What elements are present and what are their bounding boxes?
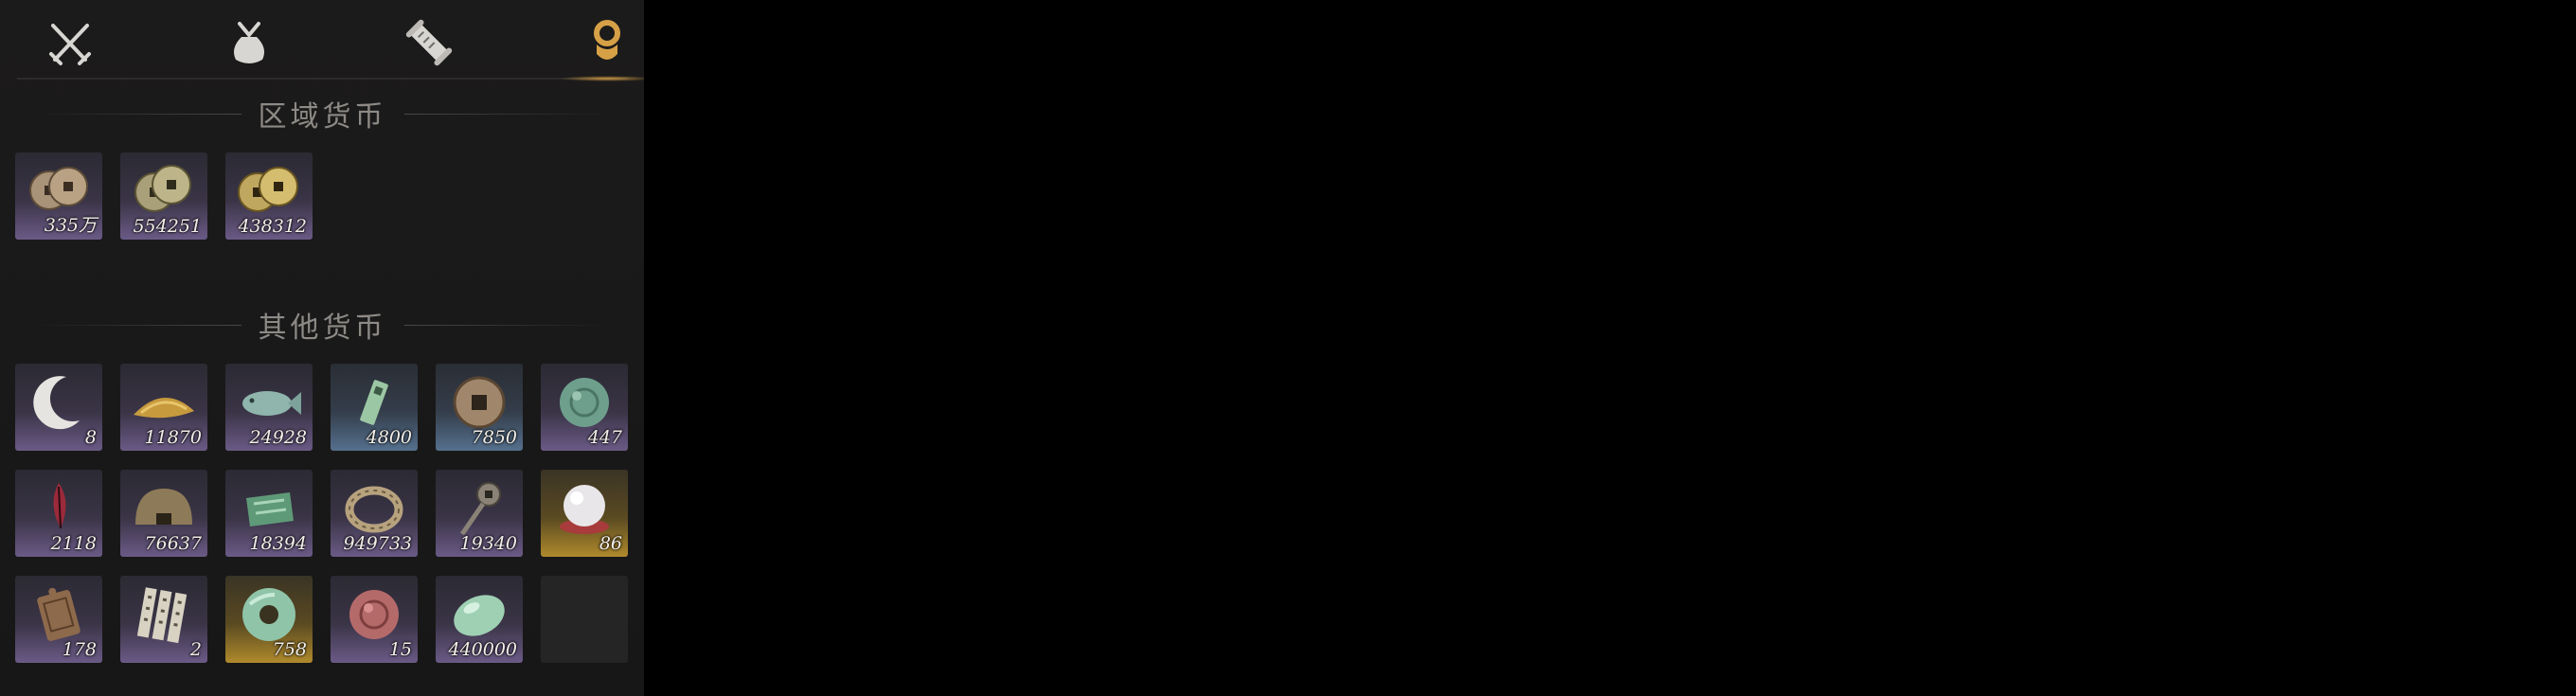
bamboo-slips-icon [136,587,188,644]
currency-count: 447 [587,427,622,448]
regional-currency-header: 区域货币 [17,90,628,137]
jade-pebble-icon [454,595,505,636]
currency-count: 758 [272,639,307,660]
currency-slot[interactable]: 24928 [225,364,313,451]
currency-count: 4800 [366,427,412,448]
bronze-dome-icon [135,489,192,525]
jade-disc-icon [560,378,609,427]
header-divider-right [403,113,611,115]
green-cloth-icon [246,492,294,526]
currency-slot[interactable]: 178 [15,576,102,663]
tab-equipment[interactable] [23,8,117,78]
currency-count: 178 [62,639,97,660]
crossed-swords-icon [49,24,91,65]
currency-slot[interactable]: 335万 [15,152,102,240]
crescent-moon-icon [33,376,80,430]
jade-tablet-icon [360,380,388,425]
other-currency-title: 其他货币 [258,312,387,345]
tab-currency[interactable] [560,8,644,81]
currency-slot[interactable]: 7850 [436,364,523,451]
currency-slot[interactable]: 15 [331,576,418,663]
currency-slot[interactable]: 18394 [225,470,313,557]
currency-count: 15 [388,639,412,660]
red-jade-icon [349,590,399,639]
currency-count: 18394 [249,533,307,554]
coiled-rope-icon [345,486,403,533]
currency-count: 440000 [448,639,517,660]
currency-slot[interactable]: 11870 [120,364,207,451]
currency-count: 8 [84,427,97,448]
currency-slot[interactable]: 4800 [331,364,418,451]
currency-count: 19340 [459,533,517,554]
header-divider-right [403,324,611,326]
currency-slot[interactable]: 554251 [120,152,207,240]
currency-slot[interactable]: 2 [120,576,207,663]
currency-slot[interactable]: 949733 [331,470,418,557]
empty-slot [541,576,628,663]
red-feather-icon [53,483,66,529]
currency-slot[interactable]: 19340 [436,470,523,557]
header-divider-left [34,324,242,326]
currency-slot[interactable]: 2118 [15,470,102,557]
currency-slot[interactable]: 440000 [436,576,523,663]
brass-coins-icon [134,165,191,212]
jade-bi-icon [242,588,295,641]
currency-slot[interactable]: 438312 [225,152,313,240]
category-tab-bar [17,0,644,81]
currency-count: 76637 [144,533,202,554]
scroll-icon [405,19,453,66]
currency-count: 438312 [238,216,307,237]
tab-scrolls[interactable] [382,8,476,78]
currency-count: 2 [189,639,202,660]
tab-materials[interactable] [202,8,296,78]
other-currency-header: 其他货币 [17,301,628,348]
currency-slot[interactable]: 86 [541,470,628,557]
currency-count: 7850 [471,427,517,448]
currency-count: 554251 [133,216,202,237]
currency-panel: 区域货币 335万 554251 438312 其他货币 8 11870 249… [0,0,644,696]
currency-count: 11870 [144,427,202,448]
active-tab-indicator [560,76,644,81]
pouch-icon [234,22,264,63]
regional-currency-title: 区域货币 [258,100,387,134]
jade-fish-icon [242,391,301,416]
pearl-icon [560,485,609,534]
currency-count: 86 [599,533,622,554]
currency-count: 949733 [343,533,412,554]
key-coin-icon [459,482,501,536]
bronze-plaque-icon [37,587,80,641]
currency-count: 335万 [44,215,97,236]
currency-count: 2118 [50,533,97,554]
currency-slot[interactable]: 758 [225,576,313,663]
gold-coins-icon [238,167,298,212]
currency-slot[interactable]: 8 [15,364,102,451]
square-hole-coin-icon [453,376,506,429]
currency-slot[interactable]: 76637 [120,470,207,557]
currency-count: 24928 [249,427,307,448]
header-divider-left [34,113,242,115]
currency-icon [594,20,620,60]
currency-slot[interactable]: 447 [541,364,628,451]
grain-pile-icon [134,397,194,419]
